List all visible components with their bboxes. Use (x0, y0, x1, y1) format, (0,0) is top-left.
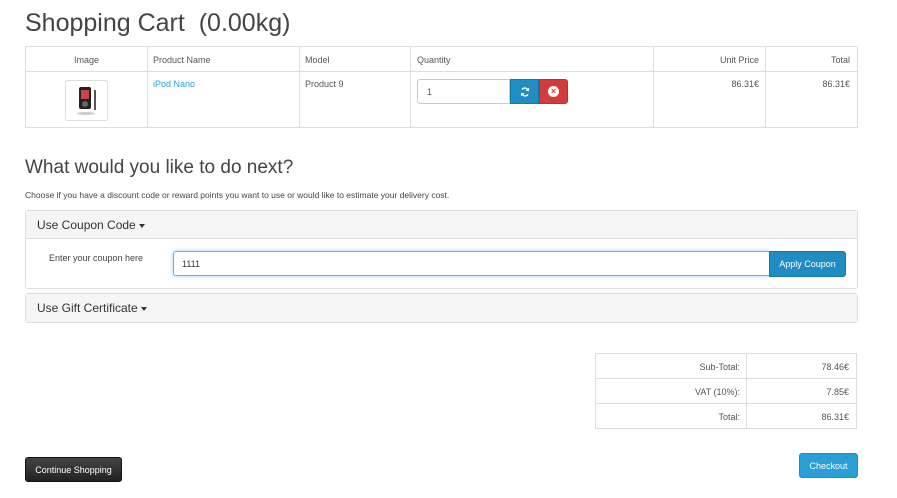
vat-label: VAT (10%): (694, 387, 740, 397)
product-thumbnail[interactable] (65, 80, 108, 121)
coupon-panel-header[interactable]: Use Coupon Code (26, 211, 857, 239)
header-product-name: Product Name (153, 55, 211, 65)
header-total: Total (830, 55, 850, 65)
total-value: 86.31€ (821, 412, 849, 422)
total-label: Total: (718, 412, 740, 422)
unit-price: 86.31€ (731, 79, 759, 89)
gift-panel-header[interactable]: Use Gift Certificate (26, 294, 857, 322)
coupon-input[interactable] (173, 251, 770, 276)
refresh-icon (520, 86, 529, 97)
gift-certificate-panel: Use Gift Certificate (25, 293, 858, 323)
caret-down-icon (138, 223, 145, 228)
close-circle-icon: × (548, 86, 559, 97)
continue-shopping-button[interactable]: Continue Shopping (25, 457, 122, 482)
checkout-button[interactable]: Checkout (799, 453, 858, 478)
remove-item-button[interactable]: × (539, 79, 568, 104)
header-unit-price: Unit Price (719, 55, 759, 65)
product-model: Product 9 (305, 79, 344, 89)
vat-value: 7.85€ (826, 387, 849, 397)
header-quantity: Quantity (417, 55, 451, 65)
header-image: Image (74, 55, 100, 65)
coupon-panel: Use Coupon Code Enter your coupon here A… (25, 210, 858, 289)
apply-coupon-button[interactable]: Apply Coupon (769, 251, 846, 277)
totals-table: Sub-Total: 78.46€ VAT (10%): 7.85€ Total… (595, 353, 857, 429)
totals-row: VAT (10%): 7.85€ (596, 379, 856, 404)
subtotal-label: Sub-Total: (699, 362, 740, 372)
coupon-label: Enter your coupon here (49, 253, 144, 263)
quantity-input[interactable] (417, 79, 510, 104)
next-steps-subtitle: Choose if you have a discount code or re… (25, 190, 450, 200)
row-total: 86.31€ (822, 79, 850, 89)
update-quantity-button[interactable] (510, 79, 539, 104)
cart-table: Image Product Name Model Quantity Unit P… (25, 46, 858, 128)
subtotal-value: 78.46€ (821, 362, 849, 372)
next-steps-title: What would you like to do next? (25, 157, 294, 178)
totals-row: Sub-Total: 78.46€ (596, 354, 856, 379)
header-model: Model (305, 55, 330, 65)
caret-down-icon (140, 306, 147, 311)
gift-panel-title: Use Gift Certificate (37, 301, 138, 315)
page-title: Shopping Cart (0.00kg) (25, 9, 291, 37)
product-name-link[interactable]: iPod Nano (153, 79, 195, 89)
totals-row: Total: 86.31€ (596, 404, 856, 429)
coupon-panel-title: Use Coupon Code (37, 218, 136, 232)
